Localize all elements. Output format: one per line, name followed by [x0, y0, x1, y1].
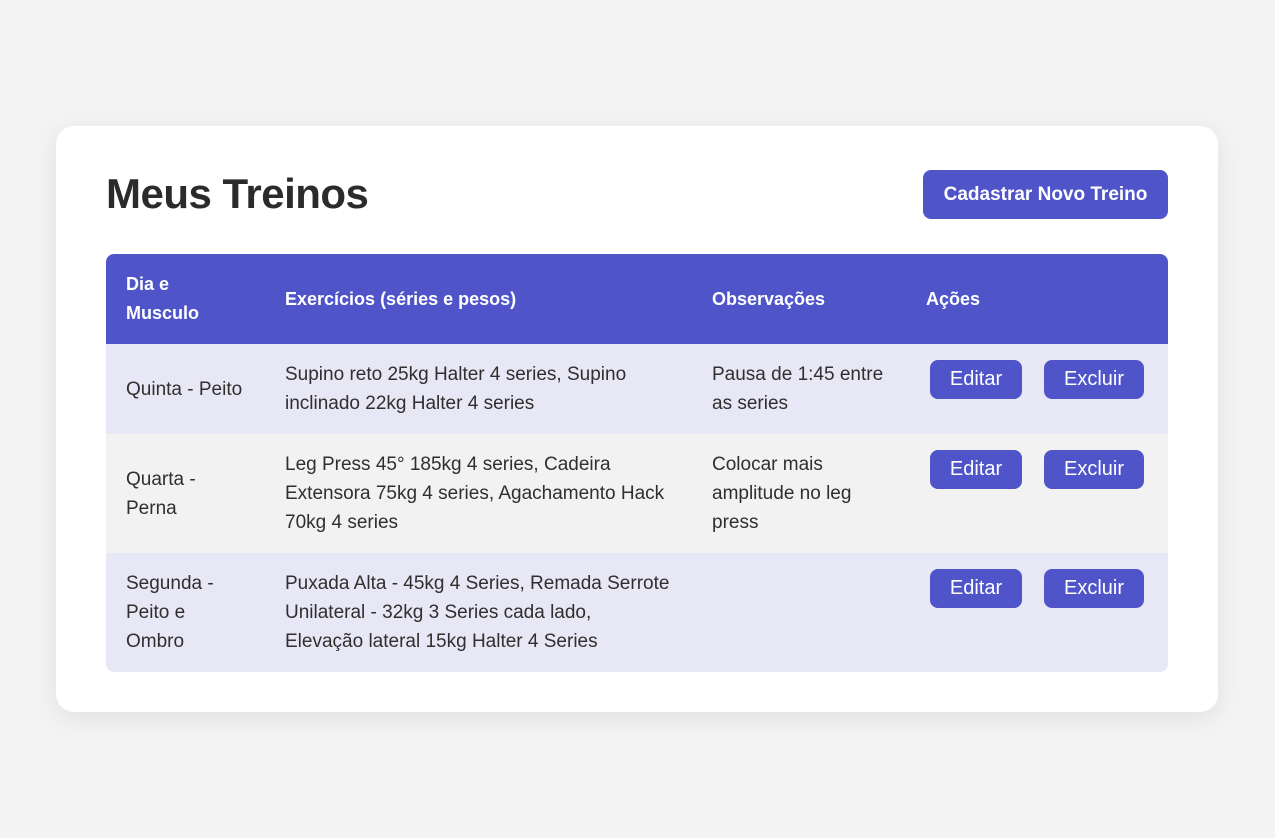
- cell-acoes: Editar Excluir: [906, 553, 1168, 672]
- cell-acoes: Editar Excluir: [906, 434, 1168, 553]
- cell-observacoes: Pausa de 1:45 entre as series: [712, 364, 884, 414]
- table-row: Quarta - Perna Leg Press 45° 185kg 4 ser…: [106, 434, 1168, 553]
- delete-button[interactable]: Excluir: [1044, 450, 1144, 489]
- cell-dia: Segunda - Peito e Ombro: [126, 573, 214, 652]
- cell-dia: Quarta - Perna: [126, 468, 196, 519]
- cell-acoes: Editar Excluir: [906, 344, 1168, 434]
- cell-observacoes: [692, 553, 906, 672]
- header-acoes: Ações: [926, 288, 981, 309]
- table-row: Quinta - Peito Supino reto 25kg Halter 4…: [106, 344, 1168, 434]
- table-row: Segunda - Peito e Ombro Puxada Alta - 45…: [106, 553, 1168, 672]
- cell-observacoes: Colocar mais amplitude no leg press: [712, 454, 852, 533]
- delete-button[interactable]: Excluir: [1044, 360, 1144, 399]
- new-workout-button[interactable]: Cadastrar Novo Treino: [923, 170, 1168, 219]
- cell-exercicios: Supino reto 25kg Halter 4 series, Supino…: [285, 364, 627, 414]
- header-exercicios: Exercícios (séries e pesos): [285, 288, 517, 309]
- page-title: Meus Treinos: [106, 170, 369, 217]
- cell-exercicios: Leg Press 45° 185kg 4 series, Cadeira Ex…: [285, 454, 665, 533]
- edit-button[interactable]: Editar: [930, 569, 1022, 608]
- workouts-table-container: Dia e Musculo Exercícios (séries e pesos…: [106, 254, 1168, 672]
- header-dia: Dia e Musculo: [126, 274, 200, 323]
- cell-exercicios: Puxada Alta - 45kg 4 Series, Remada Serr…: [285, 573, 670, 652]
- workouts-card: Meus Treinos Cadastrar Novo Treino Dia e…: [56, 126, 1218, 712]
- header-observacoes: Observações: [712, 288, 826, 309]
- table-header: Dia e Musculo Exercícios (séries e pesos…: [106, 254, 1168, 344]
- cell-dia: Quinta - Peito: [126, 378, 243, 400]
- delete-button[interactable]: Excluir: [1044, 569, 1144, 608]
- workouts-table: Dia e Musculo Exercícios (séries e pesos…: [106, 254, 1168, 672]
- edit-button[interactable]: Editar: [930, 360, 1022, 399]
- edit-button[interactable]: Editar: [930, 450, 1022, 489]
